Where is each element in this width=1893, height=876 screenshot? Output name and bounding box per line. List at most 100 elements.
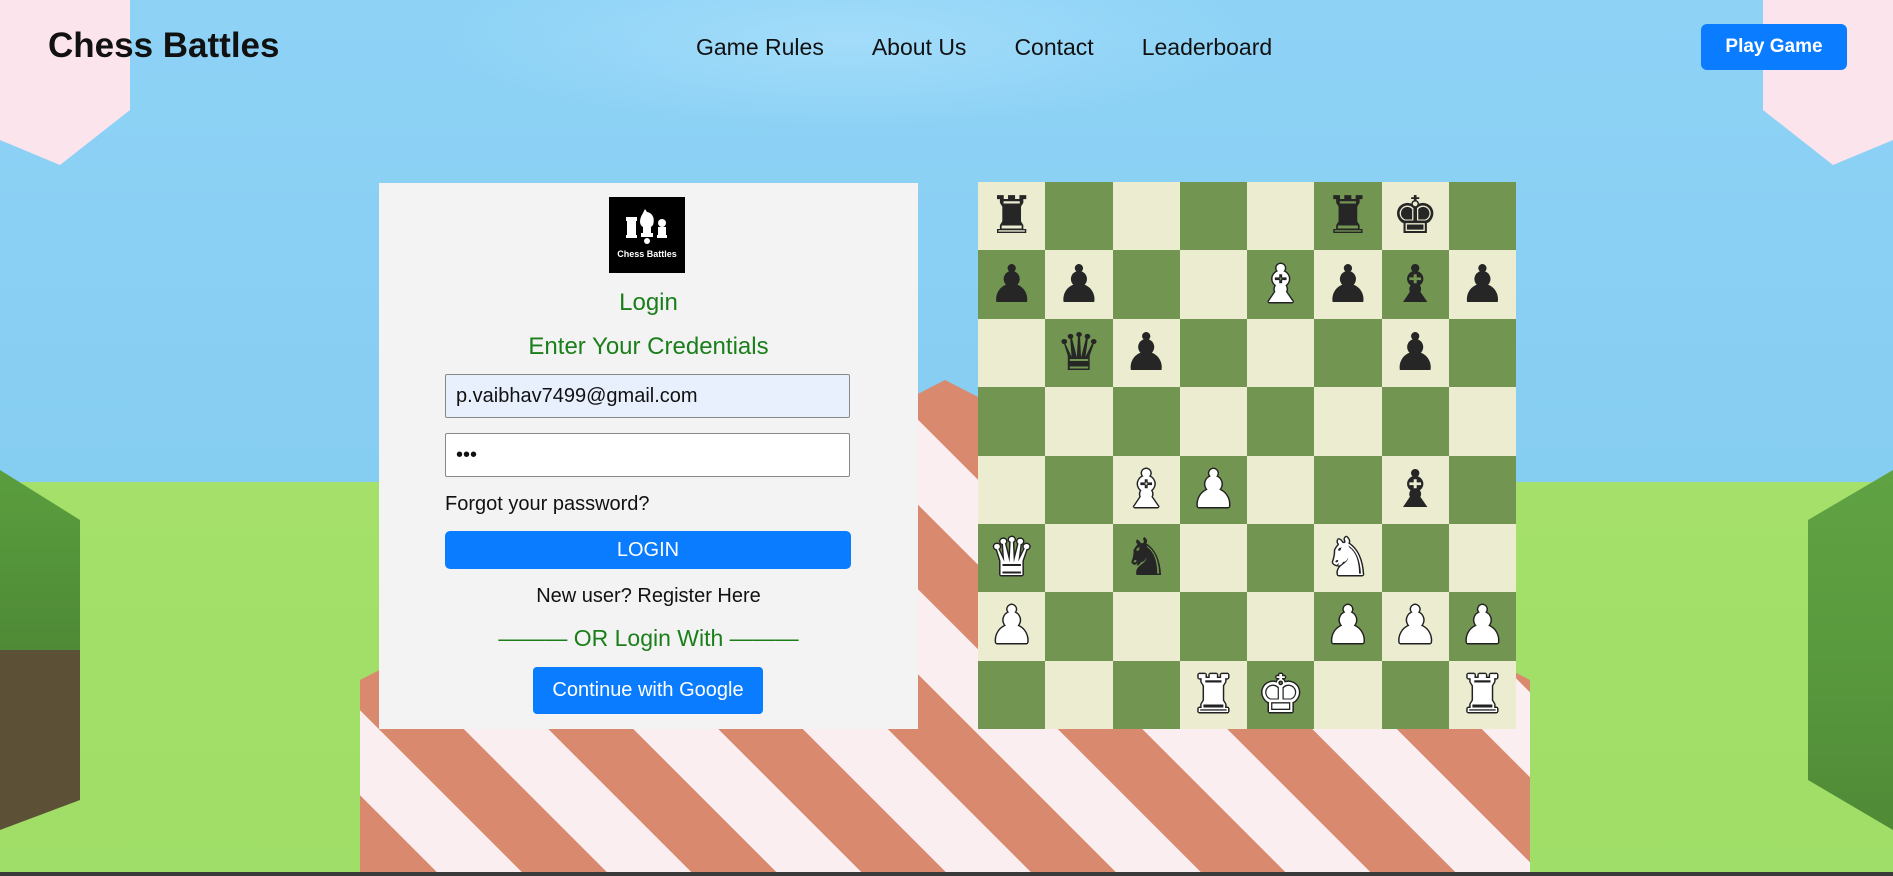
brand-title[interactable]: Chess Battles [48, 26, 279, 66]
board-square-b8[interactable] [1045, 182, 1113, 251]
register-link[interactable]: New user? Register Here [379, 585, 918, 608]
board-square-f6[interactable] [1314, 318, 1382, 388]
board-square-b7[interactable]: ♟ [1045, 250, 1113, 319]
board-square-f7[interactable]: ♟ [1314, 250, 1382, 319]
board-square-d3[interactable] [1179, 523, 1247, 593]
white-queen-icon[interactable]: ♛ [988, 532, 1035, 584]
black-rook-icon[interactable]: ♜ [988, 190, 1035, 242]
board-square-e7[interactable]: ♝ [1247, 250, 1315, 319]
white-knight-icon[interactable]: ♞ [1325, 532, 1372, 584]
board-square-e1[interactable]: ♚ [1247, 660, 1315, 729]
nav-leaderboard[interactable]: Leaderboard [1142, 34, 1272, 61]
board-square-c1[interactable] [1112, 660, 1180, 729]
white-rook-icon[interactable]: ♜ [1190, 669, 1237, 721]
board-square-f4[interactable] [1314, 455, 1382, 524]
board-square-d5[interactable] [1179, 387, 1247, 456]
password-field[interactable] [445, 433, 850, 477]
forgot-password-link[interactable]: Forgot your password? [445, 493, 650, 516]
board-square-g3[interactable] [1381, 523, 1449, 593]
board-square-h7[interactable]: ♟ [1448, 250, 1516, 319]
white-pawn-icon[interactable]: ♟ [1392, 600, 1439, 652]
board-square-c3[interactable]: ♞ [1112, 523, 1180, 593]
board-square-d8[interactable] [1179, 182, 1247, 251]
white-bishop-icon[interactable]: ♝ [1257, 259, 1304, 311]
board-square-g5[interactable] [1381, 387, 1449, 456]
board-square-b5[interactable] [1045, 387, 1113, 456]
board-square-e2[interactable] [1247, 592, 1315, 661]
board-square-d6[interactable] [1179, 318, 1247, 388]
board-square-f2[interactable]: ♟ [1314, 592, 1382, 661]
black-pawn-icon[interactable]: ♟ [988, 259, 1035, 311]
board-square-g6[interactable]: ♟ [1381, 318, 1449, 388]
board-square-g7[interactable]: ♝ [1381, 250, 1449, 319]
board-square-f1[interactable] [1314, 660, 1382, 729]
board-square-b6[interactable]: ♛ [1045, 318, 1113, 388]
board-square-h2[interactable]: ♟ [1448, 592, 1516, 661]
board-square-f3[interactable]: ♞ [1314, 523, 1382, 593]
white-pawn-icon[interactable]: ♟ [988, 600, 1035, 652]
board-square-c5[interactable] [1112, 387, 1180, 456]
board-square-b2[interactable] [1045, 592, 1113, 661]
continue-with-google-button[interactable]: Continue with Google [533, 667, 763, 714]
board-square-g2[interactable]: ♟ [1381, 592, 1449, 661]
nav-about-us[interactable]: About Us [872, 34, 967, 61]
white-pawn-icon[interactable]: ♟ [1190, 464, 1237, 516]
board-square-g4[interactable]: ♝ [1381, 455, 1449, 524]
black-pawn-icon[interactable]: ♟ [1123, 327, 1170, 379]
black-bishop-icon[interactable]: ♝ [1392, 464, 1439, 516]
board-square-c4[interactable]: ♝ [1112, 455, 1180, 524]
board-square-h3[interactable] [1448, 523, 1516, 593]
white-rook-icon[interactable]: ♜ [1459, 669, 1506, 721]
black-bishop-icon[interactable]: ♝ [1392, 259, 1439, 311]
board-square-d1[interactable]: ♜ [1179, 660, 1247, 729]
black-king-icon[interactable]: ♚ [1392, 190, 1439, 242]
board-square-e8[interactable] [1247, 182, 1315, 251]
board-square-a3[interactable]: ♛ [978, 523, 1046, 593]
play-game-button[interactable]: Play Game [1701, 24, 1847, 70]
board-square-d4[interactable]: ♟ [1179, 455, 1247, 524]
white-bishop-icon[interactable]: ♝ [1123, 464, 1170, 516]
white-pawn-icon[interactable]: ♟ [1325, 600, 1372, 652]
board-square-c2[interactable] [1112, 592, 1180, 661]
black-rook-icon[interactable]: ♜ [1325, 190, 1372, 242]
board-square-h6[interactable] [1448, 318, 1516, 388]
board-square-f8[interactable]: ♜ [1314, 182, 1382, 251]
board-square-a8[interactable]: ♜ [978, 182, 1046, 251]
board-square-e6[interactable] [1247, 318, 1315, 388]
board-square-a5[interactable] [978, 387, 1046, 456]
login-button[interactable]: LOGIN [445, 531, 851, 569]
board-square-a4[interactable] [978, 455, 1046, 524]
email-field[interactable] [445, 374, 850, 418]
board-square-g1[interactable] [1381, 660, 1449, 729]
board-square-c6[interactable]: ♟ [1112, 318, 1180, 388]
board-square-d2[interactable] [1179, 592, 1247, 661]
board-square-c7[interactable] [1112, 250, 1180, 319]
board-square-d7[interactable] [1179, 250, 1247, 319]
black-pawn-icon[interactable]: ♟ [1392, 327, 1439, 379]
board-square-a6[interactable] [978, 318, 1046, 388]
board-square-e3[interactable] [1247, 523, 1315, 593]
nav-contact[interactable]: Contact [1014, 34, 1093, 61]
black-knight-icon[interactable]: ♞ [1123, 532, 1170, 584]
white-king-icon[interactable]: ♚ [1257, 669, 1304, 721]
black-queen-icon[interactable]: ♛ [1056, 327, 1103, 379]
black-pawn-icon[interactable]: ♟ [1056, 259, 1103, 311]
board-square-e5[interactable] [1247, 387, 1315, 456]
board-square-c8[interactable] [1112, 182, 1180, 251]
nav-game-rules[interactable]: Game Rules [696, 34, 824, 61]
board-square-b1[interactable] [1045, 660, 1113, 729]
board-square-h4[interactable] [1448, 455, 1516, 524]
white-pawn-icon[interactable]: ♟ [1459, 600, 1506, 652]
black-pawn-icon[interactable]: ♟ [1325, 259, 1372, 311]
board-square-a2[interactable]: ♟ [978, 592, 1046, 661]
board-square-b4[interactable] [1045, 455, 1113, 524]
board-square-a7[interactable]: ♟ [978, 250, 1046, 319]
board-square-a1[interactable] [978, 660, 1046, 729]
board-square-h1[interactable]: ♜ [1448, 660, 1516, 729]
board-square-h5[interactable] [1448, 387, 1516, 456]
board-square-h8[interactable] [1448, 182, 1516, 251]
board-square-f5[interactable] [1314, 387, 1382, 456]
board-square-b3[interactable] [1045, 523, 1113, 593]
black-pawn-icon[interactable]: ♟ [1459, 259, 1506, 311]
board-square-g8[interactable]: ♚ [1381, 182, 1449, 251]
